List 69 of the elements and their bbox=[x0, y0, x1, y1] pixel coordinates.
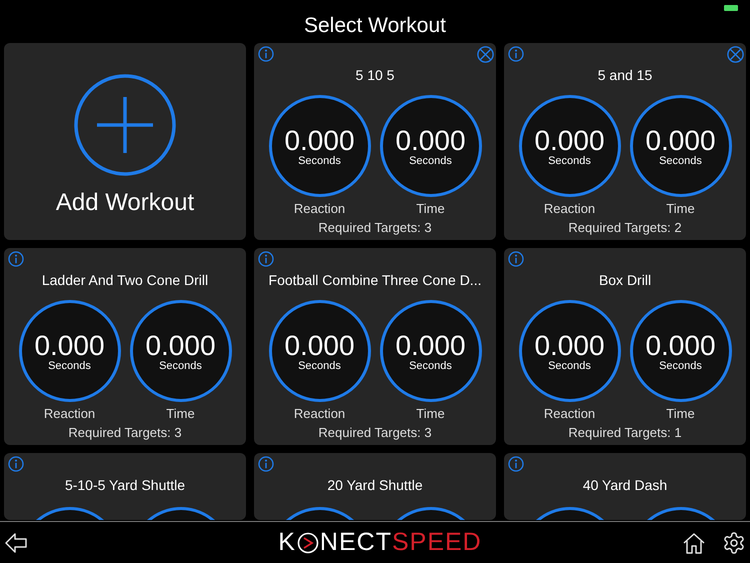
gauge-label: Reaction bbox=[294, 200, 346, 217]
workout-name: 5 10 5 bbox=[356, 67, 394, 84]
workout-card[interactable]: Box Drill 0.000 Seconds Reaction 0.000 Seconds Time Required Targets: 1 bbox=[504, 248, 746, 445]
info-icon[interactable] bbox=[258, 46, 274, 62]
plus-circle-icon bbox=[73, 73, 177, 177]
gauge-label: Reaction bbox=[544, 406, 596, 422]
info-icon[interactable] bbox=[258, 251, 274, 267]
workout-card[interactable]: 5 10 5 0.000 Seconds Reaction 0.000 Seconds Time Required Targets: 3 bbox=[254, 43, 496, 240]
unit-label: Seconds bbox=[409, 360, 452, 374]
workout-card[interactable]: 40 Yard Dash bbox=[504, 453, 746, 520]
unit-label: Seconds bbox=[409, 154, 452, 168]
konectspeed-logo: K NECTSPEED bbox=[278, 530, 482, 555]
settings-icon[interactable] bbox=[722, 530, 746, 554]
info-icon[interactable] bbox=[508, 46, 524, 62]
gauge-label: Reaction bbox=[44, 406, 96, 422]
time-value: 0.000 bbox=[534, 332, 605, 360]
time-value: 0.000 bbox=[34, 332, 105, 360]
required-targets: Required Targets: 3 bbox=[318, 424, 432, 441]
info-icon[interactable] bbox=[508, 456, 524, 472]
unit-label: Seconds bbox=[659, 154, 702, 168]
unit-label: Seconds bbox=[298, 154, 341, 168]
close-icon[interactable] bbox=[727, 46, 744, 63]
time-value: 0.000 bbox=[284, 332, 355, 360]
workout-name: Ladder And Two Cone Drill bbox=[42, 272, 208, 290]
gauge-label: Reaction bbox=[294, 406, 346, 422]
unit-label: Seconds bbox=[298, 360, 341, 374]
home-icon[interactable] bbox=[682, 532, 706, 554]
workout-card[interactable]: 20 Yard Shuttle bbox=[254, 453, 496, 520]
unit-label: Seconds bbox=[548, 360, 591, 374]
workout-card[interactable]: Ladder And Two Cone Drill 0.000 Seconds Reaction 0.000 Seconds Time Required Targets: 3 bbox=[4, 248, 246, 445]
unit-label: Seconds bbox=[159, 360, 202, 374]
close-icon[interactable] bbox=[477, 46, 494, 63]
battery-icon bbox=[724, 5, 738, 11]
gauge-label: Reaction bbox=[544, 200, 596, 217]
unit-label: Seconds bbox=[48, 360, 91, 374]
workout-card[interactable]: 5-10-5 Yard Shuttle bbox=[4, 453, 246, 520]
time-value: 0.000 bbox=[395, 332, 466, 360]
required-targets: Required Targets: 1 bbox=[568, 424, 682, 441]
gauge-label: Time bbox=[166, 406, 195, 422]
workout-card[interactable]: Football Combine Three Cone D... 0.000 Seconds Reaction 0.000 Seconds Time Required Targets: 3 bbox=[254, 248, 496, 445]
workout-name: 20 Yard Shuttle bbox=[327, 477, 423, 494]
time-value: 0.000 bbox=[645, 126, 716, 155]
gauge-label: Time bbox=[666, 406, 695, 422]
time-value: 0.000 bbox=[395, 126, 466, 155]
page-title: Select Workout bbox=[304, 12, 446, 39]
gauge-label: Time bbox=[416, 200, 445, 217]
time-value: 0.000 bbox=[284, 126, 355, 155]
workout-name: 5-10-5 Yard Shuttle bbox=[64, 477, 186, 494]
add-workout-card[interactable]: Add Workout bbox=[4, 43, 246, 240]
workout-name: Box Drill bbox=[598, 272, 652, 290]
required-targets: Required Targets: 2 bbox=[568, 220, 682, 236]
time-value: 0.000 bbox=[645, 332, 716, 360]
info-icon[interactable] bbox=[508, 251, 524, 267]
required-targets: Required Targets: 3 bbox=[318, 220, 432, 236]
info-icon[interactable] bbox=[8, 456, 24, 472]
workout-name: 5 and 15 bbox=[598, 67, 652, 84]
unit-label: Seconds bbox=[659, 360, 702, 374]
workout-name: Football Combine Three Cone D... bbox=[268, 272, 482, 290]
required-targets: Required Targets: 3 bbox=[68, 424, 182, 441]
info-icon[interactable] bbox=[258, 456, 274, 472]
back-arrow-icon[interactable] bbox=[4, 532, 28, 554]
info-icon[interactable] bbox=[8, 251, 24, 267]
workout-name: 40 Yard Dash bbox=[582, 477, 668, 494]
gauge-label: Time bbox=[416, 406, 445, 422]
workout-card[interactable]: 5 and 15 0.000 Seconds Reaction 0.000 Seconds Time Required Targets: 2 bbox=[504, 43, 746, 240]
time-value: 0.000 bbox=[145, 332, 216, 360]
unit-label: Seconds bbox=[548, 154, 591, 168]
time-value: 0.000 bbox=[534, 126, 605, 155]
gauge-label: Time bbox=[666, 200, 695, 217]
